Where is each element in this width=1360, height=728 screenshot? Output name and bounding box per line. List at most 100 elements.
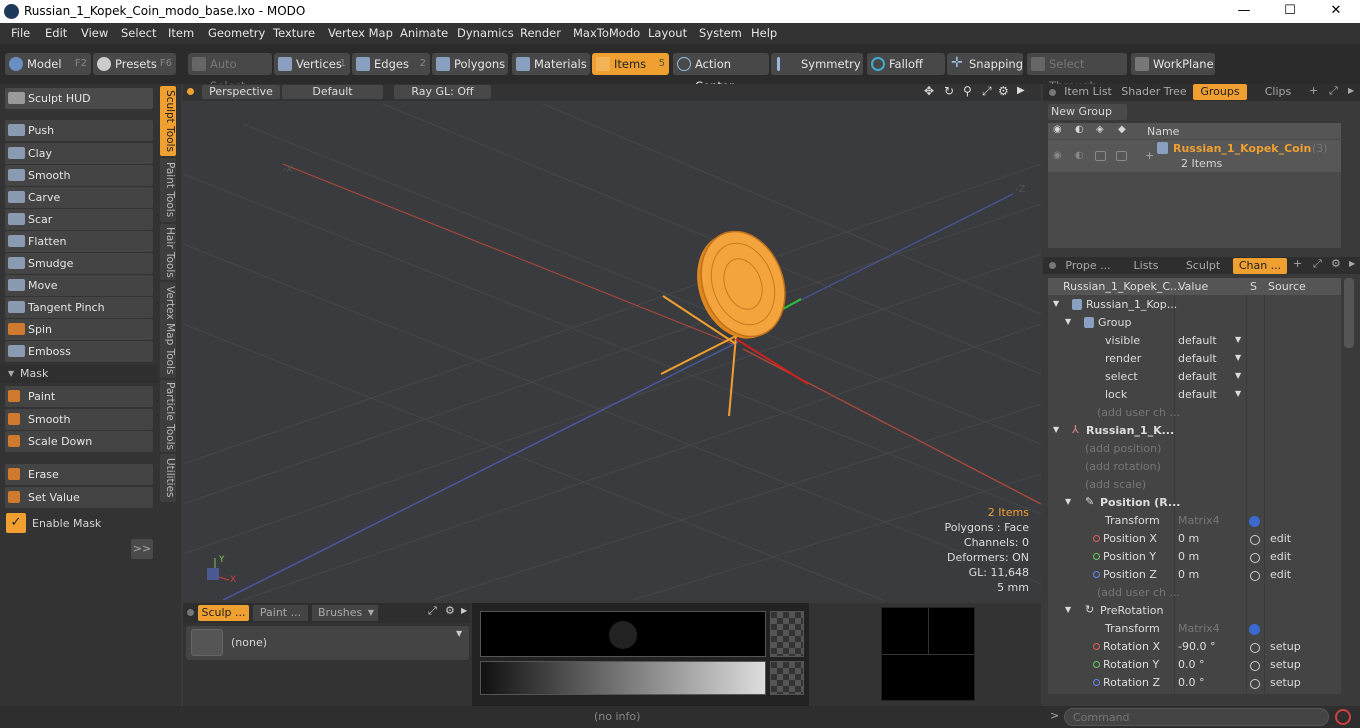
polygons-button[interactable]: Polygons xyxy=(432,53,508,75)
panel-arrow-icon[interactable]: ▶ xyxy=(1349,259,1355,268)
group-row[interactable]: ◉ ◐ + Russian_1_Kopek_Coin (3) 2 Items xyxy=(1048,140,1341,172)
expand-panel-icon[interactable]: ⤢ xyxy=(1329,84,1338,98)
tool-spin[interactable]: Spin xyxy=(5,319,153,340)
mask-scale-down[interactable]: Scale Down xyxy=(5,431,153,452)
default-style-button[interactable]: Default xyxy=(282,85,383,99)
play-arrow-icon[interactable]: ▶ xyxy=(1017,85,1025,96)
menu-help[interactable]: Help xyxy=(751,26,777,40)
panel-arrow-icon[interactable]: ▶ xyxy=(1348,86,1354,95)
new-group-button[interactable]: New Group xyxy=(1048,104,1127,120)
tool-clay[interactable]: Clay xyxy=(5,143,153,164)
tool-scar[interactable]: Scar xyxy=(5,209,153,230)
menu-select[interactable]: Select xyxy=(121,26,156,40)
channel-row[interactable]: lock default ▼ xyxy=(1048,386,1341,404)
menu-vertex-map[interactable]: Vertex Map xyxy=(328,26,393,40)
tool-push[interactable]: Push xyxy=(5,120,153,141)
keyframe-toggle[interactable] xyxy=(1250,643,1260,653)
mask-set-value[interactable]: Set Value xyxy=(5,487,153,508)
tool-carve[interactable]: Carve xyxy=(5,187,153,208)
matrix-link-icon[interactable] xyxy=(1249,516,1260,527)
tool-smooth[interactable]: Smooth xyxy=(5,165,153,186)
dropdown-arrow-icon[interactable]: ▼ xyxy=(1235,335,1241,344)
channel-row[interactable]: (add scale) xyxy=(1048,476,1341,494)
channel-row[interactable]: select default ▼ xyxy=(1048,368,1341,386)
close-button[interactable]: ✕ xyxy=(1313,0,1359,23)
panel-gear-icon[interactable]: ⚙ xyxy=(445,604,455,617)
zoom-icon[interactable]: ⚲ xyxy=(963,84,972,98)
visibility-toggle-icon[interactable]: ◉ xyxy=(1053,150,1062,161)
menu-view[interactable]: View xyxy=(81,26,108,40)
tab-paint-tools[interactable]: Paint Tools xyxy=(160,158,176,222)
channel-row[interactable]: render default ▼ xyxy=(1048,350,1341,368)
tab-hair-tools[interactable]: Hair Tools xyxy=(160,224,176,280)
falloff-button[interactable]: Falloff xyxy=(867,53,945,75)
select-toggle[interactable] xyxy=(1116,151,1127,161)
expand-panel-icon[interactable]: ⤢ xyxy=(1313,257,1322,271)
keyframe-toggle[interactable] xyxy=(1250,661,1260,671)
panel-arrow-icon[interactable]: ▶ xyxy=(461,606,467,615)
edges-button[interactable]: Edges 2 xyxy=(352,53,430,75)
lock-toggle[interactable] xyxy=(1095,151,1106,161)
dropdown-arrow-icon[interactable]: ▼ xyxy=(1235,371,1241,380)
channel-row[interactable]: (add rotation) xyxy=(1048,458,1341,476)
sculpt-hud-button[interactable]: Sculpt HUD xyxy=(5,88,153,109)
mask-paint[interactable]: Paint xyxy=(5,386,153,407)
channel-row[interactable]: Rotation Z 0.0 ° setup xyxy=(1048,674,1341,692)
channels-scrollbar[interactable] xyxy=(1344,278,1354,348)
channel-row[interactable]: Transform Matrix4 xyxy=(1048,620,1341,638)
channel-row[interactable]: ▼ Group xyxy=(1048,314,1341,332)
mask-erase[interactable]: Erase xyxy=(5,464,153,485)
menu-item[interactable]: Item xyxy=(168,26,194,40)
tab-groups[interactable]: Groups xyxy=(1193,84,1247,100)
expand-button[interactable]: >> xyxy=(131,539,153,559)
alpha-thumbnail[interactable] xyxy=(770,611,804,657)
channel-row[interactable]: (add user ch ... xyxy=(1048,584,1341,602)
presets-button[interactable]: Presets F6 xyxy=(93,53,176,75)
keyframe-toggle[interactable] xyxy=(1250,535,1260,545)
dropdown-arrow-icon[interactable]: ▼ xyxy=(1235,389,1241,398)
menu-texture[interactable]: Texture xyxy=(273,26,315,40)
perspective-button[interactable]: Perspective xyxy=(202,85,280,99)
tab-brushes[interactable]: Brushes ▼ xyxy=(312,605,378,621)
select-through-button[interactable]: Select Through xyxy=(1027,53,1127,93)
workplane-button[interactable]: WorkPlane xyxy=(1131,53,1215,75)
channel-row[interactable]: visible default ▼ xyxy=(1048,332,1341,350)
channel-row[interactable]: Position Y0 m edit xyxy=(1048,548,1341,566)
menu-dynamics[interactable]: Dynamics xyxy=(457,26,514,40)
tab-sculpt-presets[interactable]: Sculp ... xyxy=(198,605,249,621)
render-toggle-icon[interactable]: ◐ xyxy=(1075,150,1084,161)
minimize-button[interactable]: — xyxy=(1221,0,1267,23)
tab-channels[interactable]: Chan ... xyxy=(1233,258,1287,274)
ray-gl-button[interactable]: Ray GL: Off xyxy=(394,85,491,99)
keyframe-toggle[interactable] xyxy=(1250,571,1260,581)
tab-utilities[interactable]: Utilities xyxy=(160,454,176,502)
maximize-button[interactable]: ☐ xyxy=(1267,0,1313,23)
materials-button[interactable]: Materials xyxy=(512,53,590,75)
tool-move[interactable]: Move xyxy=(5,275,153,296)
menu-geometry[interactable]: Geometry xyxy=(208,26,265,40)
add-tab-icon[interactable]: + xyxy=(1293,257,1302,270)
tab-clips[interactable]: Clips xyxy=(1251,84,1305,100)
tab-lists[interactable]: Lists xyxy=(1119,258,1173,274)
maximize-viewport-icon[interactable]: ⤢ xyxy=(982,84,992,99)
keyframe-toggle[interactable] xyxy=(1250,553,1260,563)
auto-select-button[interactable]: Auto Select xyxy=(188,53,272,93)
command-input[interactable] xyxy=(1064,708,1329,726)
tab-item-list[interactable]: Item List xyxy=(1061,84,1115,100)
channel-row[interactable]: Transform Matrix4 xyxy=(1048,512,1341,530)
rotate-icon[interactable]: ↻ xyxy=(944,84,954,98)
items-button[interactable]: Items 5 xyxy=(592,53,669,75)
menu-layout[interactable]: Layout xyxy=(648,26,687,40)
menu-render[interactable]: Render xyxy=(520,26,561,40)
3d-viewport[interactable]: -X -Z Y X Perspective Default Ray GL: Of… xyxy=(183,84,1041,600)
tool-tangent-pinch[interactable]: Tangent Pinch xyxy=(5,297,153,318)
preset-selector[interactable]: (none) ▼ xyxy=(186,626,469,660)
menu-animate[interactable]: Animate xyxy=(400,26,448,40)
channel-row[interactable]: Rotation Y 0.0 ° setup xyxy=(1048,656,1341,674)
tool-emboss[interactable]: Emboss xyxy=(5,341,153,362)
menu-system[interactable]: System xyxy=(699,26,742,40)
channel-row[interactable]: ▼ ⅄ Russian_1_K... xyxy=(1048,422,1341,440)
tool-smudge[interactable]: Smudge xyxy=(5,253,153,274)
tab-properties[interactable]: Prope ... xyxy=(1061,258,1115,274)
symmetry-button[interactable]: Symmetry xyxy=(771,53,863,75)
